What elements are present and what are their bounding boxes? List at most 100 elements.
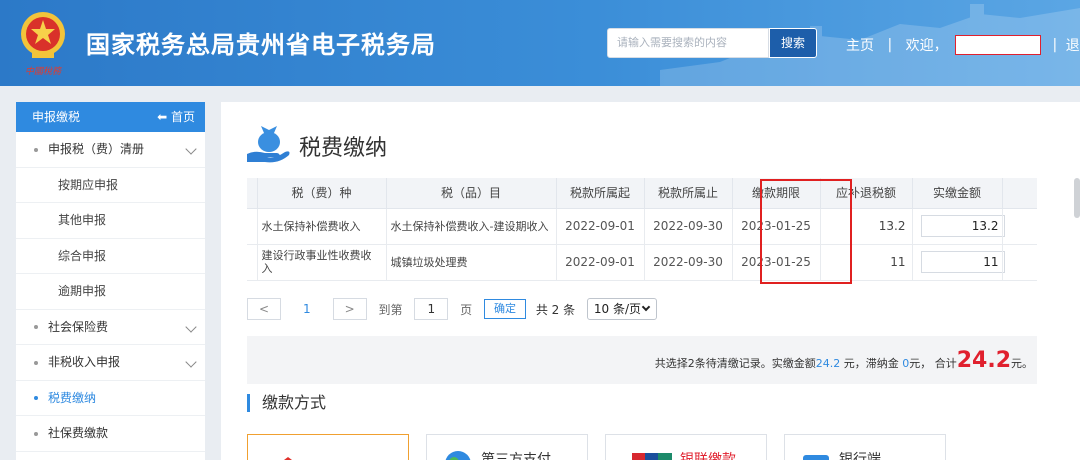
unionpay-icon — [632, 453, 672, 460]
bank-terminal-icon — [803, 455, 829, 460]
welcome-text: 欢迎， — [905, 38, 948, 54]
sidebar-item-label: 非税收入申报 — [48, 355, 121, 369]
chevron-down-icon — [185, 320, 197, 333]
username-box — [955, 35, 1042, 55]
period-end-cell: 2022-09-30 — [644, 244, 733, 281]
period-start-cell: 2022-09-01 — [556, 208, 645, 245]
page-input[interactable]: 1 — [414, 298, 449, 320]
table-cell-spacer — [1002, 244, 1037, 281]
sidebar-item-social-insurance[interactable]: 社会保险费 — [16, 310, 205, 345]
page-size-value: 10 条/页 — [593, 302, 642, 316]
page-title: 税费缴纳 — [299, 136, 388, 161]
bullet-icon — [34, 325, 38, 329]
sidebar-home-label: 首页 — [170, 110, 195, 124]
table-row: 建设行政事业性收费收入 城镇垃圾处理费 2022-09-01 2022-09-3… — [247, 244, 1037, 281]
paid-amount-total: 24.2 — [815, 357, 841, 370]
due-amount-cell: 13.2 — [820, 208, 913, 245]
site-title: 国家税务总局贵州省电子税务局 — [86, 31, 436, 59]
page-size-select[interactable]: 10 条/页 — [586, 298, 657, 320]
period-start-cell: 2022-09-01 — [556, 244, 645, 281]
sidebar-item-non-tax[interactable]: 非税收入申报 — [16, 345, 205, 381]
prev-page-button[interactable]: < — [247, 298, 281, 320]
search-input[interactable]: 请输入需要搜索的内容 — [607, 28, 769, 58]
table-header-spacer — [1002, 178, 1037, 209]
tripartite-agreement-icon — [284, 457, 292, 460]
vertical-scrollbar[interactable] — [1074, 178, 1080, 218]
summary-mid1: 元，滞纳金 — [840, 357, 903, 370]
tax-type-cell: 水土保持补偿费收入 — [257, 208, 387, 245]
chevron-down-icon — [185, 356, 197, 368]
paid-amount-cell: 11 — [912, 244, 1005, 281]
logout-link[interactable]: 退出 — [1066, 35, 1080, 55]
deadline-cell: 2023-01-25 — [732, 208, 821, 245]
table-header-spacer — [247, 178, 258, 209]
table-header-row: 税（费）种 税（品）目 税款所属起 税款所属止 缴款期限 应补退税额 实缴金额 — [247, 178, 1037, 209]
total-count: 共 2 条 — [535, 302, 576, 317]
payment-method-label: 银联缴款 — [680, 452, 736, 460]
top-header: 中國稅務 国家税务总局贵州省电子税务局 请输入需要搜索的内容 搜索 主页 | 欢… — [0, 0, 1080, 86]
svg-text:中國稅務: 中國稅務 — [25, 66, 62, 77]
payment-summary: 共选择2条待清缴记录。实缴金额24.2 元，滞纳金 0元， 合计24.2元。 — [247, 336, 1037, 384]
sidebar-item-label: 申报税（费）清册 — [48, 142, 145, 156]
deadline-cell: 2023-01-25 — [732, 244, 821, 281]
table-header: 税款所属起 — [556, 178, 645, 209]
money-bag-hand-icon — [247, 126, 290, 163]
sidebar-item-label: 社保费缴款 — [48, 426, 109, 440]
payment-method-card[interactable]: 银联缴款 — [605, 434, 767, 460]
table-header: 实缴金额 — [912, 178, 1003, 209]
sidebar-item-social-security-payment[interactable]: 社保费缴款 — [16, 416, 205, 452]
tax-table: 税（费）种 税（品）目 税款所属起 税款所属止 缴款期限 应补退税额 实缴金额 … — [247, 178, 1037, 284]
table-header: 缴款期限 — [732, 178, 821, 209]
table-cell-spacer — [247, 208, 258, 245]
search-button[interactable]: 搜索 — [769, 28, 817, 58]
payment-method-card[interactable]: 银行端 — [784, 434, 946, 460]
summary-prefix: 共选择2条待清缴记录。实缴金额 — [654, 357, 816, 370]
paid-amount-input[interactable]: 11 — [920, 251, 1005, 273]
grand-total: 24.2 — [956, 348, 1011, 373]
summary-text: 共选择2条待清缴记录。实缴金额24.2 元，滞纳金 0元， 合计24.2元。 — [655, 348, 1033, 373]
page-unit-label: 页 — [460, 302, 473, 317]
chevron-down-icon — [641, 302, 651, 312]
table-header: 应补退税额 — [820, 178, 913, 209]
table-cell-spacer — [1002, 208, 1037, 245]
sidebar-item-label: 社会保险费 — [48, 319, 109, 334]
separator: | — [887, 37, 893, 53]
table-header: 税（费）种 — [257, 178, 387, 209]
sidebar-item-declaration-list[interactable]: 申报税（费）清册 — [16, 132, 205, 168]
arrow-back-icon: ⬅ — [157, 110, 168, 124]
main-panel: 税费缴纳 税（费）种 税（品）目 税款所属起 税款所属止 缴款期限 应补退税额 … — [221, 102, 1080, 460]
sidebar-header: 申报缴税 ⬅ 首页 — [16, 102, 205, 132]
sidebar-home-link[interactable]: ⬅ 首页 — [157, 102, 195, 132]
table-header: 税款所属止 — [644, 178, 733, 209]
sidebar-item-comprehensive[interactable]: 综合申报 — [16, 239, 205, 274]
sidebar-item-overdue[interactable]: 逾期申报 — [16, 274, 205, 310]
confirm-page-button[interactable]: 确定 — [484, 299, 526, 319]
bullet-icon — [34, 431, 38, 436]
sidebar-item-other[interactable]: 其他申报 — [16, 203, 205, 239]
separator: | — [1052, 37, 1058, 53]
bullet-icon — [34, 147, 38, 152]
payment-method-card[interactable]: 第三方支付 — [426, 434, 588, 460]
sidebar-item-label: 税费缴纳 — [48, 390, 97, 405]
summary-mid2: 元， 合计 — [909, 357, 957, 370]
paid-amount-input[interactable]: 13.2 — [920, 215, 1005, 237]
tax-type-cell: 建设行政事业性收费收入 — [257, 244, 387, 281]
next-page-button[interactable]: > — [332, 298, 367, 320]
period-end-cell: 2022-09-30 — [644, 208, 733, 245]
payment-method-label: 第三方支付 — [481, 452, 551, 460]
sidebar-item-scheduled[interactable]: 按期应申报 — [16, 168, 205, 203]
sidebar-title: 申报缴税 — [32, 110, 81, 124]
chevron-down-icon — [185, 143, 197, 155]
tax-item-cell: 城镇垃圾处理费 — [386, 244, 557, 281]
top-links: 主页 | 欢迎， | 退出 — [846, 35, 1080, 55]
home-link[interactable]: 主页 — [846, 35, 874, 55]
tax-bureau-emblem: 中國稅務 — [21, 12, 65, 77]
payment-method-card[interactable] — [247, 434, 409, 460]
bullet-icon — [34, 396, 38, 400]
sidebar-item-tax-payment[interactable]: 税费缴纳 — [16, 381, 205, 416]
pagination: < 1 > 到第 1 页 确定 共 2 条 10 条/页 — [247, 298, 657, 322]
current-page[interactable]: 1 — [285, 302, 329, 316]
paid-amount-cell: 13.2 — [912, 208, 1005, 245]
due-amount-cell: 11 — [820, 244, 913, 281]
tax-item-cell: 水土保持补偿费收入-建设期收入 — [386, 208, 557, 245]
